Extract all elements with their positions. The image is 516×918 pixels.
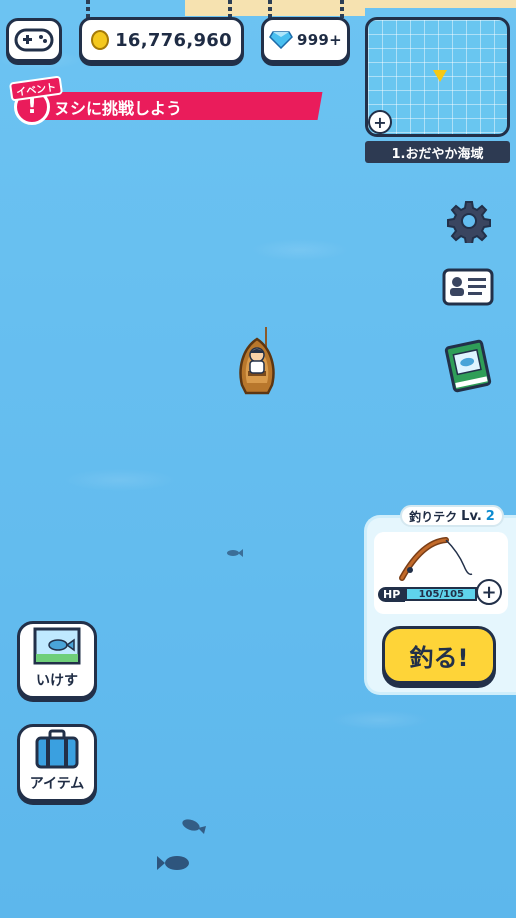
- hp-bar: 105/105: [405, 587, 478, 601]
- suitcase-icon: [35, 729, 79, 769]
- player-boat: [232, 325, 282, 405]
- gem-amount: 999+: [296, 31, 343, 49]
- hp-label: HP: [378, 586, 406, 602]
- gem-icon: [269, 31, 293, 49]
- player-marker-icon: [433, 70, 447, 82]
- cast-button[interactable]: 釣る!: [382, 626, 496, 684]
- item-button[interactable]: アイテム: [17, 724, 97, 802]
- settings-button[interactable]: [444, 196, 494, 246]
- hp-plus-button[interactable]: +: [476, 579, 502, 605]
- fishing-tech-level: 釣りテク Lv. 2: [400, 505, 504, 527]
- fishing-tech-label: 釣りテク: [409, 509, 458, 524]
- item-label: アイテム: [29, 776, 85, 792]
- level-value: 2: [485, 508, 495, 524]
- fish-shadow: [182, 819, 206, 834]
- fish-book-icon: [444, 339, 492, 393]
- gem-counter[interactable]: 999+: [261, 17, 350, 63]
- shore-sand: [185, 0, 365, 16]
- coin-counter[interactable]: 16,776,960: [79, 17, 244, 63]
- coin-icon: [91, 30, 110, 50]
- rod-hp: HP 105/105: [378, 585, 478, 603]
- profile-card-icon: [442, 268, 494, 306]
- controller-icon: [14, 28, 54, 52]
- gear-icon: [447, 201, 491, 243]
- fish-shadow: [157, 856, 189, 870]
- area-name: 1.おだやか海域: [365, 141, 510, 163]
- fishing-rod-icon: [399, 537, 473, 581]
- fish-shadow: [227, 549, 243, 557]
- profile-card-button[interactable]: [441, 266, 495, 308]
- boat-icon: [239, 327, 275, 395]
- controller-button[interactable]: [6, 18, 62, 62]
- fish-book-button[interactable]: [442, 337, 494, 395]
- ikesu-button[interactable]: いけす: [17, 621, 97, 699]
- level-prefix: Lv.: [461, 508, 482, 524]
- event-banner[interactable]: ヌシに挑戦しよう ! イベント: [8, 75, 323, 125]
- event-text: ヌシに挑戦しよう: [54, 99, 183, 118]
- ikesu-label: いけす: [36, 673, 78, 689]
- coin-amount: 16,776,960: [115, 29, 232, 51]
- shore-sand-2: [365, 0, 516, 8]
- map-zoom-button[interactable]: +: [368, 110, 392, 134]
- fish-tank-icon: [33, 627, 81, 665]
